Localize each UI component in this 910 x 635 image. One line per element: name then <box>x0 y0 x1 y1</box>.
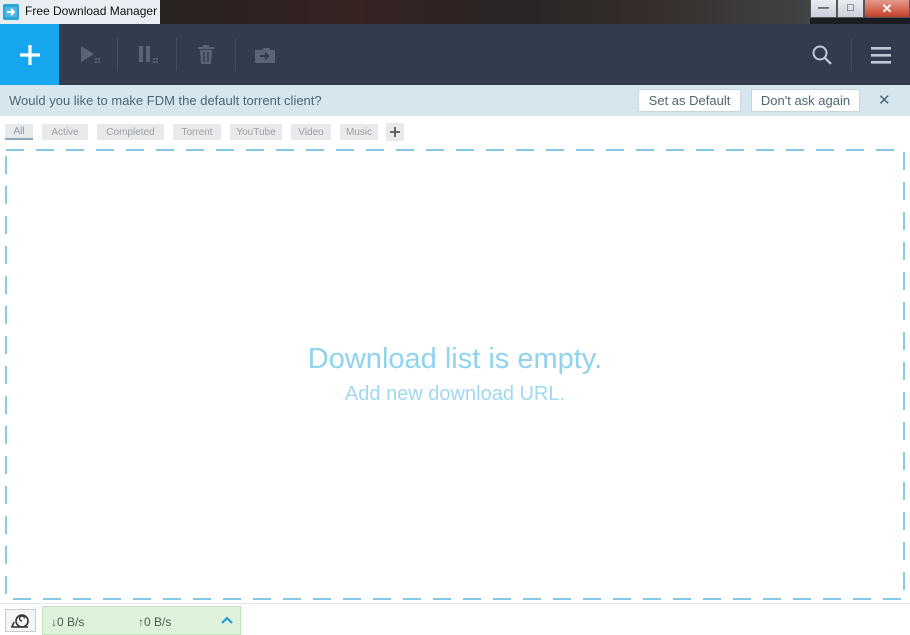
add-download-button[interactable] <box>0 24 59 85</box>
window-titlebar: Free Download Manager — □ ✕ <box>0 0 910 24</box>
close-window-button[interactable]: ✕ <box>864 0 910 18</box>
tab-all[interactable]: All <box>5 124 33 140</box>
minimize-icon: — <box>818 2 829 14</box>
plus-icon <box>390 127 400 137</box>
add-filter-button[interactable] <box>386 123 404 141</box>
tab-youtube[interactable]: YouTube <box>230 124 282 140</box>
toolbar-separator <box>117 38 118 71</box>
close-icon: ✕ <box>881 1 893 16</box>
window-title: Free Download Manager <box>22 3 161 19</box>
filter-tabs: All Active Completed Torrent YouTube Vid… <box>0 116 910 148</box>
speed-panel[interactable]: ↓0 B/s ↑0 B/s <box>42 606 241 635</box>
download-speed: ↓0 B/s <box>51 615 85 629</box>
maximize-icon: □ <box>847 2 854 14</box>
start-button[interactable] <box>61 24 119 85</box>
tab-music[interactable]: Music <box>340 124 378 140</box>
hamburger-menu-icon <box>871 46 891 64</box>
tab-completed[interactable]: Completed <box>97 124 164 140</box>
set-as-default-button[interactable]: Set as Default <box>638 89 741 112</box>
folder-move-icon <box>255 47 275 63</box>
maximize-button[interactable]: □ <box>837 0 864 18</box>
default-client-banner: Would you like to make FDM the default t… <box>0 85 910 116</box>
minimize-button[interactable]: — <box>810 0 837 18</box>
tab-torrent[interactable]: Torrent <box>173 124 221 140</box>
tab-active[interactable]: Active <box>42 124 88 140</box>
pause-icon <box>139 45 158 63</box>
fdm-app-icon <box>3 4 19 20</box>
add-url-link[interactable]: Add new download URL. <box>5 383 905 406</box>
banner-message: Would you like to make FDM the default t… <box>9 93 322 108</box>
tab-video[interactable]: Video <box>291 124 331 140</box>
speed-limit-button[interactable] <box>5 609 36 632</box>
status-bar: ↓0 B/s ↑0 B/s <box>0 603 910 635</box>
play-icon <box>81 45 100 63</box>
search-icon <box>812 45 832 65</box>
upload-speed: ↑0 B/s <box>138 615 172 629</box>
snail-icon <box>10 613 29 628</box>
download-list-drop-area[interactable]: Download list is empty. Add new download… <box>5 149 905 600</box>
search-button[interactable] <box>793 24 851 85</box>
dont-ask-again-button[interactable]: Don't ask again <box>751 89 860 112</box>
window-controls: — □ ✕ <box>810 0 910 18</box>
main-toolbar <box>0 24 910 85</box>
background-taskbar-strip <box>160 0 810 24</box>
trash-icon <box>198 44 214 64</box>
chevron-up-icon[interactable] <box>221 615 233 625</box>
move-to-folder-button[interactable] <box>236 24 294 85</box>
banner-close-button[interactable]: ✕ <box>878 91 891 109</box>
delete-button[interactable] <box>177 24 235 85</box>
pause-button[interactable] <box>120 24 178 85</box>
empty-list-title: Download list is empty. <box>307 343 603 375</box>
plus-icon <box>19 44 40 65</box>
main-menu-button[interactable] <box>852 24 910 85</box>
